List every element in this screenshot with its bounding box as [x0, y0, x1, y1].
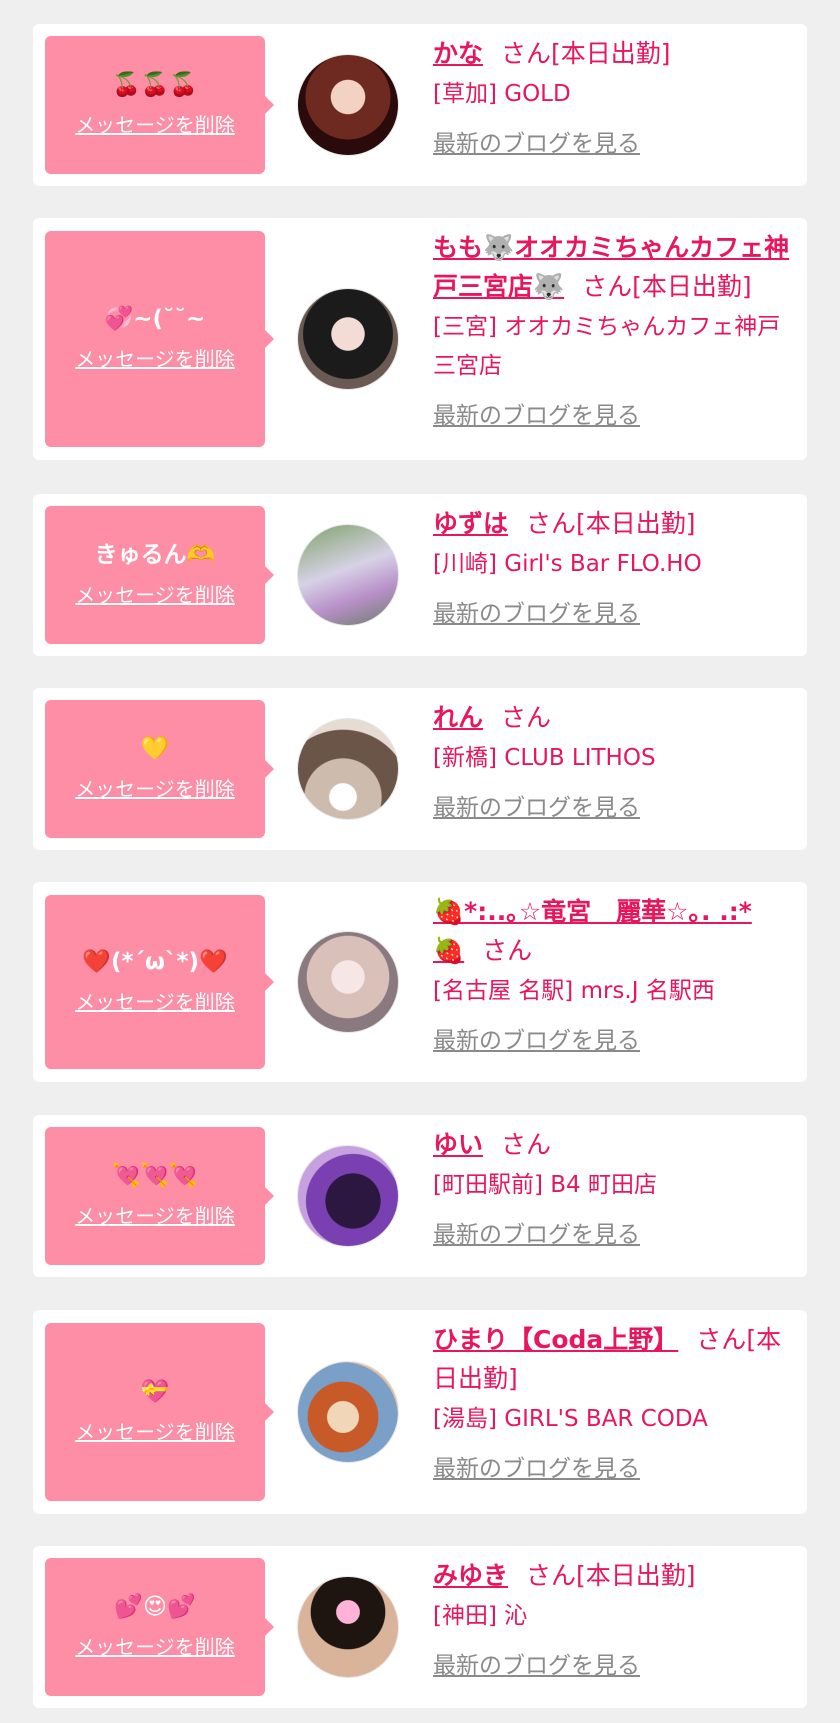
honorific: さん — [526, 1561, 577, 1590]
cast-name-link[interactable]: 🍓*:..｡☆竜宮 麗華☆｡. .:*🍓 — [433, 897, 752, 965]
message-text: 🍒🍒🍒 — [112, 71, 198, 98]
latest-blog-link[interactable]: 最新のブログを見る — [433, 124, 640, 158]
message-bubble: 💕😍💕 メッセージを削除 — [45, 1558, 274, 1696]
latest-blog-link[interactable]: 最新のブログを見る — [433, 1021, 640, 1055]
attendance-status: [本日出勤] — [632, 272, 752, 301]
honorific: さん — [526, 509, 577, 538]
cast-name-link[interactable]: ひまり【Coda上野】 — [433, 1325, 678, 1354]
cast-name-link[interactable]: ゆい — [433, 1130, 483, 1159]
honorific: さん — [582, 272, 633, 301]
latest-blog-link[interactable]: 最新のブログを見る — [433, 1215, 640, 1249]
favorite-card: 💝 メッセージを削除 ひまり【Coda上野】 さん[本日出勤] [湯島] GIRL… — [33, 1310, 807, 1514]
avatar[interactable] — [297, 288, 399, 390]
attendance-status: [本日出勤] — [576, 509, 696, 538]
avatar[interactable] — [297, 524, 399, 626]
honorific: さん — [501, 39, 552, 68]
latest-blog-link[interactable]: 最新のブログを見る — [433, 788, 640, 822]
avatar[interactable] — [297, 54, 399, 156]
favorite-card: 💞~(˘˘~ メッセージを削除 もも🐺オオカミちゃんカフェ神戸三宮店🐺 さん[本日… — [33, 218, 807, 460]
message-bubble: 💞~(˘˘~ メッセージを削除 — [45, 231, 274, 447]
message-bubble: 🍒🍒🍒 メッセージを削除 — [45, 36, 274, 174]
message-text: 💘💘💘 — [112, 1162, 198, 1189]
delete-message-link[interactable]: メッセージを削除 — [75, 986, 235, 1015]
message-bubble: 💛 メッセージを削除 — [45, 700, 274, 838]
avatar[interactable] — [297, 718, 399, 820]
shop-label: [名古屋 名駅] mrs.J 名駅西 — [433, 978, 715, 1004]
avatar[interactable] — [297, 1145, 399, 1247]
attendance-status: [本日出勤] — [551, 39, 671, 68]
shop-label: [湯島] GIRL'S BAR CODA — [433, 1406, 708, 1432]
delete-message-link[interactable]: メッセージを削除 — [75, 1631, 235, 1660]
shop-label: [町田駅前] B4 町田店 — [433, 1172, 657, 1198]
delete-message-link[interactable]: メッセージを削除 — [75, 343, 235, 372]
cast-name-link[interactable]: ゆずは — [433, 509, 508, 538]
message-text: 💝 — [140, 1378, 170, 1405]
message-bubble: ❤️(*´ω`*)❤️ メッセージを削除 — [45, 895, 274, 1069]
honorific: さん — [501, 703, 552, 732]
favorite-card: 🍒🍒🍒 メッセージを削除 かな さん[本日出勤] [草加] GOLD 最新のブログ… — [33, 24, 807, 186]
attendance-status: [本日出勤] — [576, 1561, 696, 1590]
avatar[interactable] — [297, 1576, 399, 1678]
shop-label: [草加] GOLD — [433, 81, 571, 107]
honorific: さん — [696, 1325, 747, 1354]
message-text: 💕😍💕 — [114, 1593, 196, 1620]
favorite-card: ❤️(*´ω`*)❤️ メッセージを削除 🍓*:..｡☆竜宮 麗華☆｡. .:*… — [33, 882, 807, 1082]
shop-label: [新橋] CLUB LITHOS — [433, 745, 656, 771]
message-text: 💛 — [140, 735, 170, 762]
message-bubble: 💝 メッセージを削除 — [45, 1323, 274, 1501]
delete-message-link[interactable]: メッセージを削除 — [75, 1200, 235, 1229]
message-text: ❤️(*´ω`*)❤️ — [82, 948, 228, 975]
latest-blog-link[interactable]: 最新のブログを見る — [433, 594, 640, 628]
message-bubble: 💘💘💘 メッセージを削除 — [45, 1127, 274, 1265]
cast-name-link[interactable]: れん — [433, 703, 483, 732]
favorite-card: 💛 メッセージを削除 れん さん [新橋] CLUB LITHOS 最新のブログを… — [33, 688, 807, 850]
honorific: さん — [501, 1130, 552, 1159]
delete-message-link[interactable]: メッセージを削除 — [75, 579, 235, 608]
shop-label: [川崎] Girl's Bar FLO.HO — [433, 551, 702, 577]
latest-blog-link[interactable]: 最新のブログを見る — [433, 1646, 640, 1680]
message-text: きゅるん🫶 — [94, 541, 216, 568]
cast-name-link[interactable]: みゆき — [433, 1561, 508, 1590]
delete-message-link[interactable]: メッセージを削除 — [75, 1416, 235, 1445]
cast-name-link[interactable]: かな — [433, 39, 483, 68]
latest-blog-link[interactable]: 最新のブログを見る — [433, 396, 640, 430]
shop-label: [神田] 沁 — [433, 1603, 528, 1629]
honorific: さん — [482, 936, 533, 965]
message-text: 💞~(˘˘~ — [104, 305, 206, 332]
message-bubble: きゅるん🫶 メッセージを削除 — [45, 506, 274, 644]
favorite-card: 💘💘💘 メッセージを削除 ゆい さん [町田駅前] B4 町田店 最新のブログを見… — [33, 1115, 807, 1277]
delete-message-link[interactable]: メッセージを削除 — [75, 773, 235, 802]
shop-label: [三宮] オオカミちゃんカフェ神戸三宮店 — [433, 314, 781, 379]
avatar[interactable] — [297, 931, 399, 1033]
favorite-card: きゅるん🫶 メッセージを削除 ゆずは さん[本日出勤] [川崎] Girl's B… — [33, 494, 807, 656]
avatar[interactable] — [297, 1361, 399, 1463]
delete-message-link[interactable]: メッセージを削除 — [75, 109, 235, 138]
favorite-card: 💕😍💕 メッセージを削除 みゆき さん[本日出勤] [神田] 沁 最新のブログを見… — [33, 1546, 807, 1708]
latest-blog-link[interactable]: 最新のブログを見る — [433, 1449, 640, 1483]
